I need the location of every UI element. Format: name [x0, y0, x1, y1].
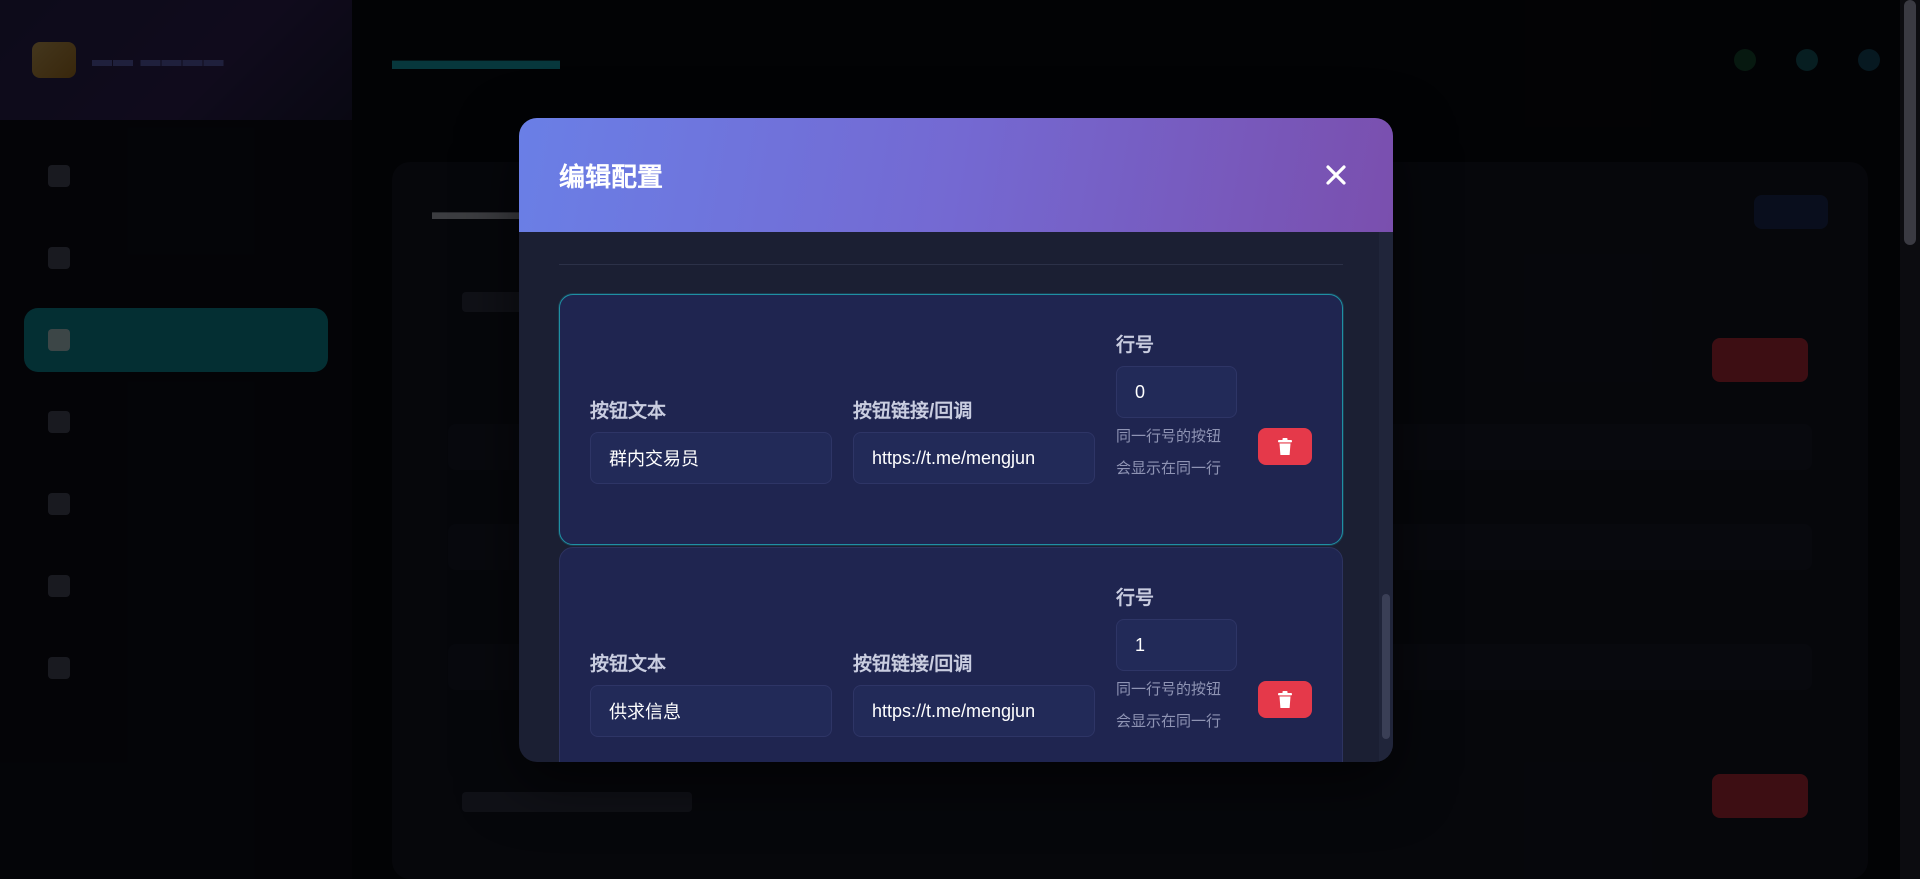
row-number-label: 行号	[1116, 335, 1155, 356]
row-number-input[interactable]	[1116, 366, 1237, 418]
edit-config-modal: 编辑配置 按钮文本 按钮链接/回调 行号 同一行号的按钮 会显示在同一行	[519, 118, 1393, 762]
row-hint-line: 同一行号的按钮	[1116, 681, 1222, 698]
row-hint: 同一行号的按钮 会显示在同一行	[1116, 421, 1221, 485]
row-hint-line: 会显示在同一行	[1116, 460, 1222, 477]
button-config-card: 按钮文本 按钮链接/回调 行号 同一行号的按钮 会显示在同一行	[559, 547, 1343, 762]
button-config-card: 按钮文本 按钮链接/回调 行号 同一行号的按钮 会显示在同一行	[559, 294, 1343, 545]
row-number-input[interactable]	[1116, 619, 1237, 671]
modal-scrollbar-thumb[interactable]	[1382, 594, 1390, 739]
modal-body: 按钮文本 按钮链接/回调 行号 同一行号的按钮 会显示在同一行 按钮文本	[519, 232, 1393, 762]
button-text-label: 按钮文本	[590, 401, 667, 422]
button-link-input[interactable]	[853, 432, 1095, 484]
button-link-input[interactable]	[853, 685, 1095, 737]
delete-button[interactable]	[1258, 428, 1312, 465]
row-hint-line: 会显示在同一行	[1116, 713, 1222, 730]
close-button[interactable]	[1319, 158, 1353, 192]
trash-icon	[1278, 690, 1292, 708]
divider	[559, 264, 1343, 265]
button-link-label: 按钮链接/回调	[853, 401, 973, 422]
modal-scrollbar[interactable]	[1379, 232, 1393, 762]
row-hint: 同一行号的按钮 会显示在同一行	[1116, 674, 1221, 738]
delete-button[interactable]	[1258, 681, 1312, 718]
row-hint-line: 同一行号的按钮	[1116, 428, 1222, 445]
button-text-input[interactable]	[590, 432, 832, 484]
modal-title: 编辑配置	[559, 161, 664, 192]
button-text-input[interactable]	[590, 685, 832, 737]
page-scrollbar-thumb[interactable]	[1904, 0, 1916, 245]
modal-header: 编辑配置	[519, 118, 1393, 232]
close-icon	[1326, 165, 1346, 185]
button-text-label: 按钮文本	[590, 654, 667, 675]
page-scrollbar[interactable]	[1900, 0, 1920, 879]
trash-icon	[1278, 437, 1292, 455]
row-number-label: 行号	[1116, 588, 1155, 609]
button-link-label: 按钮链接/回调	[853, 654, 973, 675]
